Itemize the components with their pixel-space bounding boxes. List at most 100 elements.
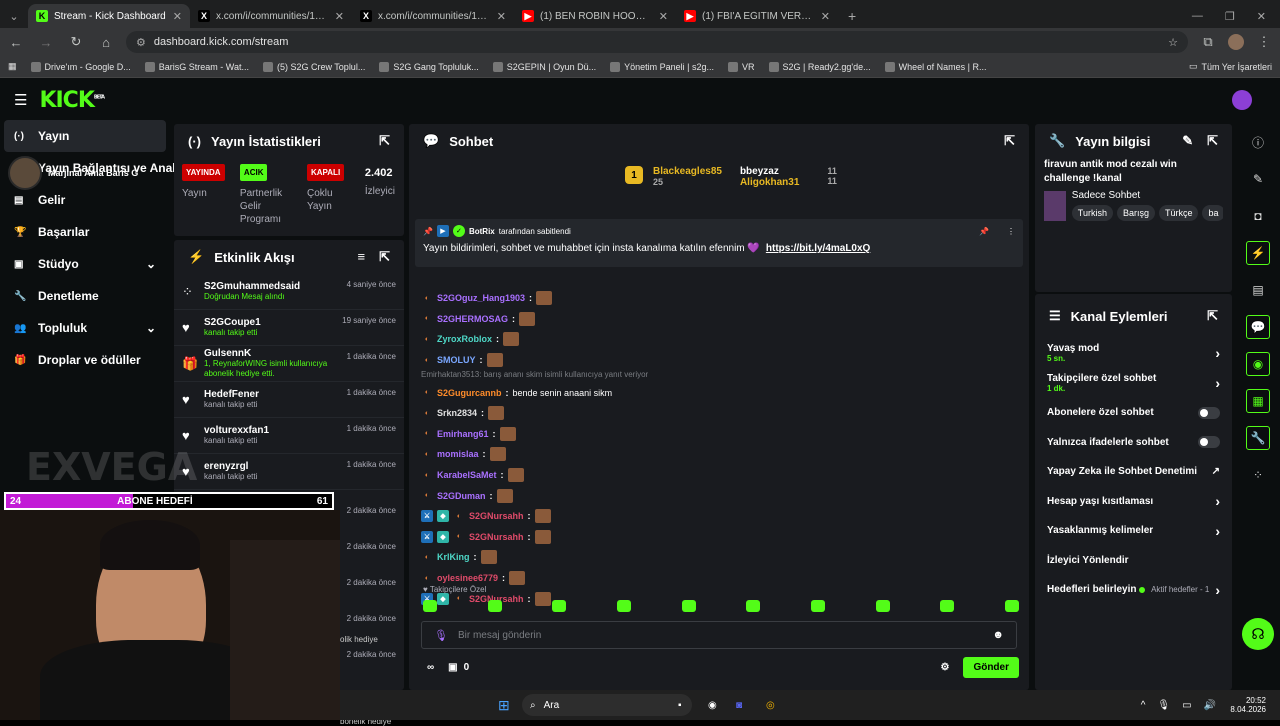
emote-icon[interactable]: [1004, 600, 1019, 612]
menu-icon[interactable]: ⋮: [1254, 34, 1274, 50]
chat-username[interactable]: momislaa: [437, 449, 479, 459]
close-tab-icon[interactable]: ✕: [335, 10, 344, 23]
chat-username[interactable]: KrlKing: [437, 552, 470, 562]
edit-icon[interactable]: ✎: [1246, 167, 1270, 191]
chat-message[interactable]: ◐ momislaa:: [409, 444, 1019, 465]
browser-tab[interactable]: ▶ (1) FBI'A EĞİTİM VEREN SERİ KA ✕: [676, 4, 838, 28]
channel-action-row[interactable]: Yavaş mod 5 sn. ›: [1035, 338, 1232, 368]
new-tab-button[interactable]: +: [838, 4, 866, 28]
chat-username[interactable]: S2GDuman: [437, 491, 486, 501]
channel-action-row[interactable]: Yapay Zeka ile Sohbet Denetimi ↗: [1035, 457, 1232, 487]
minimize-icon[interactable]: —: [1192, 10, 1203, 22]
feed-row[interactable]: ♥ HedefFener kanalı takip etti 1 dakika önc…: [174, 382, 404, 418]
filter-icon[interactable]: ≡: [358, 249, 366, 265]
browser-tab[interactable]: Xx.com/i/communities/18353193 ✕: [352, 4, 514, 28]
category-name[interactable]: Sadece Sohbet: [1072, 190, 1223, 201]
chat-message[interactable]: ◐ oylesinee6779:: [409, 568, 1019, 589]
unpin-icon[interactable]: 📌: [979, 227, 989, 236]
windows-start-icon[interactable]: ⊞: [498, 697, 510, 714]
emote-icon[interactable]: [616, 600, 631, 612]
feed-row[interactable]: ⁘ S2Gmuhammedsaid Doğrudan Mesaj alındı 4 s…: [174, 274, 404, 310]
chat-message[interactable]: ◐ S2Gugurcannb: bende senin anaani sikm: [409, 382, 1019, 403]
mic-icon[interactable]: 🎙: [434, 629, 448, 642]
bookmark-item[interactable]: Yönetim Paneli | s2g...: [610, 61, 714, 72]
chat-input[interactable]: 🎙 Bir mesaj gönderin ☻: [421, 621, 1017, 649]
broadcast-icon[interactable]: ◉: [1246, 352, 1270, 376]
profile-avatar[interactable]: [1228, 34, 1244, 50]
tab-search-icon[interactable]: ⌄: [0, 4, 28, 28]
discord-icon[interactable]: ◙: [736, 700, 742, 711]
apps-icon[interactable]: ▦: [8, 61, 17, 72]
pinned-menu-icon[interactable]: ⋮: [1007, 227, 1015, 236]
chat-username[interactable]: Emirhang61: [437, 429, 489, 439]
chat-message[interactable]: [409, 274, 1019, 288]
channel-action-row[interactable]: Takipçilere özel sohbet 1 dk. ›: [1035, 368, 1232, 398]
emoji-icon[interactable]: ☻: [992, 629, 1004, 641]
extensions-icon[interactable]: ⧉: [1198, 34, 1218, 50]
chat-username[interactable]: S2GNursahh: [469, 511, 524, 521]
chat-message[interactable]: ◐ Srkn2834:: [409, 403, 1019, 424]
channel-action-row[interactable]: İzleyici Yönlendir: [1035, 546, 1232, 576]
browser-tab[interactable]: K Stream - Kick Dashboard ✕: [28, 4, 190, 28]
bookmark-item[interactable]: (5) S2G Crew Toplul...: [262, 61, 365, 72]
bookmark-item[interactable]: S2G Gang Topluluk...: [379, 61, 479, 72]
volume-icon[interactable]: 🔊: [1204, 700, 1216, 711]
popout-icon[interactable]: ⇱: [1207, 308, 1218, 324]
all-bookmarks[interactable]: ▭ Tüm Yer İşaretleri: [1189, 61, 1272, 72]
popout-icon[interactable]: ⇱: [379, 249, 390, 265]
browser-tab[interactable]: ▶ (1) BEN ROBIN HOOD | Madara ✕: [514, 4, 676, 28]
close-window-icon[interactable]: ✕: [1257, 10, 1266, 23]
send-button[interactable]: Gönder: [963, 657, 1019, 678]
feed-row[interactable]: ♥ erenyzrgl kanalı takip etti 1 dakika önce: [174, 454, 404, 490]
sidebar-item[interactable]: 👥 Topluluk ⌄: [4, 312, 166, 344]
actions-icon[interactable]: ▦: [1246, 389, 1270, 413]
back-icon[interactable]: ←: [6, 35, 26, 50]
bookmark-item[interactable]: Drive'ım - Google D...: [30, 61, 131, 72]
channel-action-row[interactable]: Abonelere özel sohbet: [1035, 398, 1232, 428]
kick-logo[interactable]: KICKBETA: [39, 88, 105, 113]
chat-username[interactable]: oylesinee6779: [437, 573, 498, 583]
chat-username[interactable]: S2Gugurcannb: [437, 388, 502, 398]
emote-icon[interactable]: [810, 600, 825, 612]
chat-message[interactable]: ◐ SMOLUY:: [409, 350, 1019, 371]
emote-icon[interactable]: [681, 600, 696, 612]
pinned-link[interactable]: https://bit.ly/4maL0xQ: [766, 243, 870, 254]
feed-row[interactable]: ♥ S2GCoupe1 kanalı takip etti 19 saniye önc…: [174, 310, 404, 346]
infinity-icon[interactable]: ∞: [427, 662, 434, 673]
channel-action-row[interactable]: Yasaklanmış kelimeler ›: [1035, 516, 1232, 546]
site-info-icon[interactable]: ⚙: [136, 36, 146, 49]
mic-icon[interactable]: 🎙: [1157, 700, 1170, 711]
stats-icon[interactable]: ▤: [1246, 278, 1270, 302]
sidebar-item[interactable]: ▣ Stüdyo ⌄: [4, 248, 166, 280]
chat-message[interactable]: ◐ Emirhang61:: [409, 424, 1019, 445]
chat-username[interactable]: Srkn2834: [437, 408, 477, 418]
home-icon[interactable]: ⌂: [96, 35, 116, 50]
emote-icon[interactable]: [423, 600, 437, 612]
sidebar-item[interactable]: 🔧 Denetleme: [4, 280, 166, 312]
hamburger-icon[interactable]: ☰: [14, 91, 27, 109]
sidebar-item[interactable]: 🎁 Droplar ve ödüller: [4, 344, 166, 376]
bookmark-star-icon[interactable]: ☆: [1168, 36, 1178, 49]
taskbar-search[interactable]: ⌕ Ara: [522, 694, 692, 716]
close-tab-icon[interactable]: ✕: [659, 10, 668, 23]
chat-username[interactable]: KarabelSaMet: [437, 470, 497, 480]
app-icon[interactable]: ◉: [708, 700, 717, 711]
stream-tag[interactable]: Turkish: [1071, 205, 1113, 221]
chat-username[interactable]: ZyroxRoblox: [437, 334, 492, 344]
camera-icon[interactable]: ◘: [1246, 204, 1270, 228]
maximize-icon[interactable]: ❐: [1225, 10, 1235, 23]
close-tab-icon[interactable]: ✕: [497, 10, 506, 23]
bookmark-item[interactable]: Wheel of Names | R...: [884, 61, 987, 72]
dots-icon[interactable]: ⁘: [1246, 463, 1270, 487]
kicks-icon[interactable]: ▣: [448, 662, 457, 673]
bookmark-item[interactable]: VR: [727, 61, 755, 72]
emote-icon[interactable]: [746, 600, 761, 612]
emote-icon[interactable]: [875, 600, 890, 612]
close-tab-icon[interactable]: ✕: [173, 10, 182, 23]
bolt-icon[interactable]: ⚡: [1246, 241, 1270, 265]
emote-icon[interactable]: [940, 600, 955, 612]
info-icon[interactable]: ⓘ: [1246, 130, 1270, 154]
chat-message[interactable]: ◐ ZyroxRoblox:: [409, 329, 1019, 350]
channel-action-row[interactable]: Hesap yaşı kısıtlaması ›: [1035, 487, 1232, 517]
chat-message[interactable]: ◐ S2GOguz_Hang1903:: [409, 288, 1019, 309]
